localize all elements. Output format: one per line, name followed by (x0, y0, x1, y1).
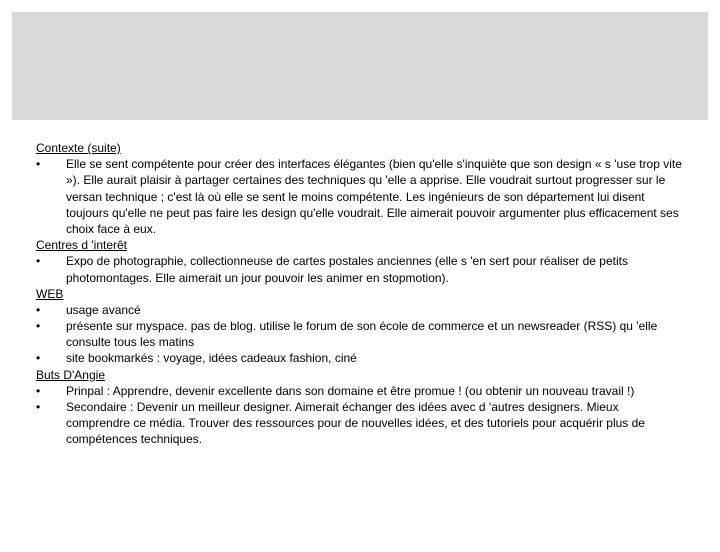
section-heading-contexte: Contexte (suite) (36, 140, 684, 156)
bullet-text: Elle se sent compétente pour créer des i… (66, 156, 684, 237)
section-heading-web: WEB (36, 286, 684, 302)
header-placeholder (12, 12, 708, 120)
bullet-text: site bookmarkés : voyage, idées cadeaux … (66, 350, 684, 366)
bullet-text: présente sur myspace. pas de blog. utili… (66, 318, 684, 350)
bullet-icon: • (36, 383, 66, 399)
bullet-icon: • (36, 399, 66, 448)
bullet-icon: • (36, 350, 66, 366)
list-item: • Secondaire : Devenir un meilleur desig… (36, 399, 684, 448)
bullet-icon: • (36, 156, 66, 237)
bullet-icon: • (36, 318, 66, 350)
list-item: • Expo de photographie, collectionneuse … (36, 253, 684, 285)
section-heading-centres: Centres d 'interêt (36, 237, 684, 253)
list-item: • site bookmarkés : voyage, idées cadeau… (36, 350, 684, 366)
bullet-text: Prinpal : Apprendre, devenir excellente … (66, 383, 684, 399)
list-item: • Elle se sent compétente pour créer des… (36, 156, 684, 237)
list-item: • usage avancé (36, 302, 684, 318)
list-item: • présente sur myspace. pas de blog. uti… (36, 318, 684, 350)
bullet-text: Expo de photographie, collectionneuse de… (66, 253, 684, 285)
slide-body: Contexte (suite) • Elle se sent compéten… (0, 120, 720, 448)
bullet-icon: • (36, 302, 66, 318)
bullet-text: usage avancé (66, 302, 684, 318)
list-item: • Prinpal : Apprendre, devenir excellent… (36, 383, 684, 399)
bullet-icon: • (36, 253, 66, 285)
section-heading-buts: Buts D'Angie (36, 367, 684, 383)
bullet-text: Secondaire : Devenir un meilleur designe… (66, 399, 684, 448)
